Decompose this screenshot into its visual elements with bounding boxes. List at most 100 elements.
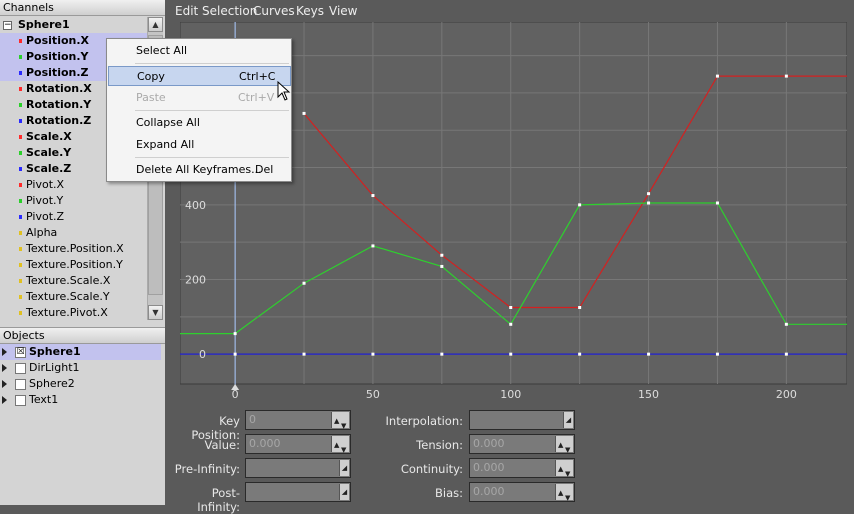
channel-label: Rotation.Y xyxy=(26,98,92,111)
key-position-spinner[interactable]: ▲ ▼ xyxy=(331,412,349,430)
visibility-checkbox[interactable] xyxy=(15,379,26,390)
ctx-select-all[interactable]: Select All xyxy=(107,41,291,61)
keyframe-point xyxy=(302,281,306,285)
chevron-down-icon[interactable]: ◢ xyxy=(339,484,349,500)
tension-value: 0.000 xyxy=(473,437,505,450)
channel-color-icon xyxy=(19,71,22,75)
expand-arrow-icon[interactable] xyxy=(2,364,7,372)
menu-keys[interactable]: Keys xyxy=(296,4,324,18)
value-label: Value: xyxy=(204,438,240,452)
menu-curves[interactable]: Curves xyxy=(253,4,295,18)
channel-label: Rotation.X xyxy=(26,82,92,95)
keyframe-point xyxy=(371,352,375,356)
x-tick-label: 100 xyxy=(500,388,521,401)
visibility-checkbox[interactable] xyxy=(15,363,26,374)
pre-infinity-select[interactable]: ◢ xyxy=(245,458,351,478)
keyframe-point xyxy=(233,332,237,336)
channel-label: Texture.Scale.Y xyxy=(26,290,110,303)
channel-label: Position.Z xyxy=(26,66,89,79)
channel-color-icon xyxy=(19,55,22,59)
channel-color-icon xyxy=(19,87,22,91)
channel-row[interactable]: Pivot.Y xyxy=(0,193,147,209)
channel-label: Texture.Position.X xyxy=(26,242,124,255)
post-infinity-select[interactable]: ◢ xyxy=(245,482,351,502)
channel-label: Rotation.Z xyxy=(26,114,92,127)
continuity-spinner[interactable]: ▲ ▼ xyxy=(555,460,573,478)
expand-arrow-icon[interactable] xyxy=(2,396,7,404)
channel-row[interactable]: Texture.Scale.Y xyxy=(0,289,147,305)
tension-field[interactable]: 0.000 ▲ ▼ xyxy=(469,434,575,454)
keyframe-point xyxy=(440,253,444,257)
scroll-up-icon[interactable]: ▲ xyxy=(148,17,163,32)
bias-field[interactable]: 0.000 ▲ ▼ xyxy=(469,482,575,502)
menu-edit[interactable]: Edit xyxy=(175,4,198,18)
keyframe-point xyxy=(715,201,719,205)
visibility-checkbox[interactable]: ☒ xyxy=(15,347,26,358)
channel-root[interactable]: − Sphere1 xyxy=(0,17,147,33)
channel-row[interactable]: Texture.Scale.X xyxy=(0,273,147,289)
object-row[interactable]: Sphere2 xyxy=(0,376,161,392)
keyframe-point xyxy=(578,352,582,356)
key-position-field[interactable]: 0 ▲ ▼ xyxy=(245,410,351,430)
channel-label: Pivot.Z xyxy=(26,210,65,223)
interpolation-select[interactable]: ◢ xyxy=(469,410,575,430)
menu-selection[interactable]: Selection xyxy=(202,4,257,18)
ctx-select-all-label: Select All xyxy=(136,44,188,57)
expand-arrow-icon[interactable] xyxy=(2,348,7,356)
value-field[interactable]: 0.000 ▲ ▼ xyxy=(245,434,351,454)
menu-view[interactable]: View xyxy=(329,4,357,18)
ctx-expand-all[interactable]: Expand All xyxy=(107,135,291,155)
channel-color-icon xyxy=(19,247,22,251)
channel-label: Texture.Scale.X xyxy=(26,274,111,287)
channel-color-icon xyxy=(19,39,22,43)
ctx-paste[interactable]: Paste Ctrl+V xyxy=(107,88,291,108)
channel-row[interactable]: Texture.Pivot.X xyxy=(0,305,147,321)
channel-color-icon xyxy=(19,215,22,219)
channel-row[interactable]: Alpha xyxy=(0,225,147,241)
channel-label: Scale.Z xyxy=(26,162,72,175)
keyframe-point xyxy=(302,111,306,115)
collapse-icon[interactable]: − xyxy=(3,21,12,30)
expand-arrow-icon[interactable] xyxy=(2,380,7,388)
keyframe-point xyxy=(784,352,788,356)
channel-row[interactable]: Texture.Position.Y xyxy=(0,257,147,273)
ctx-separator xyxy=(135,110,289,111)
object-row[interactable]: Text1 xyxy=(0,392,161,408)
keyframe-point xyxy=(715,74,719,78)
ctx-copy-label: Copy xyxy=(137,70,165,83)
visibility-checkbox[interactable] xyxy=(15,395,26,406)
value-spinner[interactable]: ▲ ▼ xyxy=(331,436,349,454)
bias-value: 0.000 xyxy=(473,485,505,498)
object-row[interactable]: ☒ Sphere1 xyxy=(0,344,161,360)
keyframe-point xyxy=(509,352,513,356)
object-row[interactable]: DirLight1 xyxy=(0,360,161,376)
ctx-collapse-all[interactable]: Collapse All xyxy=(107,113,291,133)
bias-spinner[interactable]: ▲ ▼ xyxy=(555,484,573,502)
tension-spinner[interactable]: ▲ ▼ xyxy=(555,436,573,454)
channel-row[interactable]: Texture.Position.X xyxy=(0,241,147,257)
channel-color-icon xyxy=(19,263,22,267)
channel-label: Alpha xyxy=(26,226,58,239)
channel-label: Scale.X xyxy=(26,130,72,143)
ctx-delete-shortcut: Del xyxy=(255,163,274,176)
channel-color-icon xyxy=(19,295,22,299)
objects-header: Objects xyxy=(0,327,165,344)
pre-infinity-label: Pre-Infinity: xyxy=(174,462,240,476)
channel-color-icon xyxy=(19,231,22,235)
scroll-down-icon[interactable]: ▼ xyxy=(148,305,163,320)
context-menu: Select All Copy Ctrl+C Paste Ctrl+V Coll… xyxy=(106,38,292,182)
keyframe-point xyxy=(302,352,306,356)
keyframe-point xyxy=(440,264,444,268)
channel-color-icon xyxy=(19,119,22,123)
channel-row[interactable]: Pivot.Z xyxy=(0,209,147,225)
channel-color-icon xyxy=(19,183,22,187)
x-tick-label: 150 xyxy=(638,388,659,401)
continuity-field[interactable]: 0.000 ▲ ▼ xyxy=(469,458,575,478)
channel-label: Position.Y xyxy=(26,50,89,63)
ctx-delete-all-keyframes[interactable]: Delete All Keyframes... Del xyxy=(107,160,291,180)
chevron-down-icon[interactable]: ◢ xyxy=(339,460,349,476)
channel-label: Position.X xyxy=(26,34,90,47)
ctx-copy[interactable]: Copy Ctrl+C xyxy=(108,66,291,86)
chevron-down-icon[interactable]: ◢ xyxy=(563,412,573,428)
keyframe-point xyxy=(715,352,719,356)
